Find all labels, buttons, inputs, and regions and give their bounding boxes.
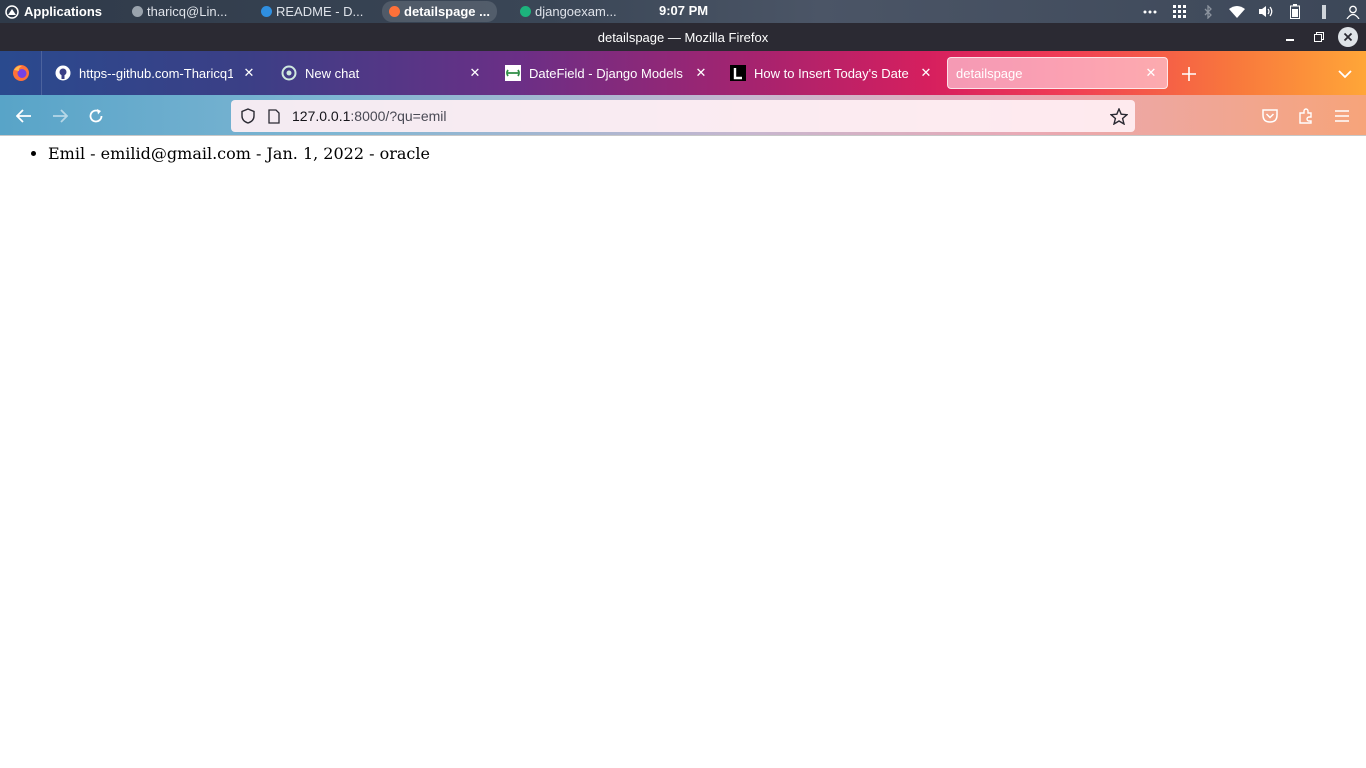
tab-label: https--github.com-Tharicq1 [79,65,233,81]
taskbar-item-firefox[interactable]: detailspage ... [382,1,497,22]
reload-icon [89,109,103,123]
battery-icon[interactable] [1286,4,1304,20]
app-grid-icon[interactable] [1170,4,1188,20]
panel-separator-icon [1315,4,1333,20]
url-text[interactable]: 127.0.0.1:8000/?qu=emil [292,108,447,124]
os-top-panel: Applications tharicq@Lin... README - D..… [0,0,1366,23]
tab-strip: https--github.com-Tharicq1 ✕ New chat ✕ … [0,51,1366,95]
taskbar-item-label: README - D... [276,4,364,19]
page-content: Emil - emilid@gmail.com - Jan. 1, 2022 -… [0,136,1366,768]
firefox-view-button[interactable] [0,51,42,95]
more-icon[interactable] [1141,4,1159,20]
vscode-icon [261,6,272,17]
puzzle-icon [1299,108,1312,124]
volume-icon[interactable] [1257,4,1275,20]
applications-menu[interactable]: Applications [0,4,125,19]
window-title: detailspage — Mozilla Firefox [597,29,769,45]
arrow-left-icon [16,109,31,123]
tab-label: New chat [305,65,360,81]
letter-l-icon [730,65,746,81]
reload-button[interactable] [83,103,109,129]
wifi-icon[interactable] [1228,4,1246,20]
taskbar-item-terminal[interactable]: tharicq@Lin... [125,1,234,22]
firefox-icon [389,6,400,17]
user-icon[interactable] [1344,4,1362,20]
app-menu-button[interactable] [1329,103,1355,129]
bookmark-star-icon[interactable] [1110,107,1128,125]
pocket-button[interactable] [1257,103,1283,129]
back-button[interactable] [11,103,37,129]
tab-detailspage[interactable]: detailspage ✕ [947,57,1168,89]
close-window-button[interactable] [1338,27,1358,47]
tab-github[interactable]: https--github.com-Tharicq1 ✕ [47,57,265,89]
taskbar-item-label: detailspage ... [404,4,490,19]
tab-datefield[interactable]: DateField - Django Models - ✕ [497,57,717,89]
tab-insert-date[interactable]: How to Insert Today's Date i ✕ [722,57,942,89]
geeksforgeeks-icon [505,65,521,81]
url-host: 127.0.0.1 [292,108,351,124]
tab-new-chat[interactable]: New chat ✕ [273,57,491,89]
list-item: Emil - emilid@gmail.com - Jan. 1, 2022 -… [48,144,1366,163]
pocket-icon [1262,109,1278,123]
maximize-button[interactable] [1309,27,1329,47]
close-tab-icon[interactable]: ✕ [1143,65,1159,81]
close-tab-icon[interactable]: ✕ [693,65,709,81]
extensions-button[interactable] [1293,103,1319,129]
window-controls [1280,27,1358,47]
shield-icon[interactable] [239,107,257,125]
pycharm-icon [520,6,531,17]
close-tab-icon[interactable]: ✕ [918,65,934,81]
minimize-button[interactable] [1280,27,1300,47]
taskbar-item-vscode[interactable]: README - D... [254,1,370,22]
forward-button[interactable] [47,103,73,129]
chatgpt-icon [281,65,297,81]
results-list: Emil - emilid@gmail.com - Jan. 1, 2022 -… [48,144,1366,163]
url-bar[interactable]: 127.0.0.1:8000/?qu=emil [231,100,1135,132]
taskbar-item-label: tharicq@Lin... [147,4,228,19]
taskbar-item-label: djangoexam... [535,4,617,19]
clock[interactable]: 9:07 PM [659,3,708,18]
tab-label: DateField - Django Models - [529,65,685,81]
taskbar-item-pycharm[interactable]: djangoexam... [513,1,624,22]
list-all-tabs-button[interactable] [1334,63,1356,85]
firefox-icon [12,65,29,81]
hamburger-menu-icon [1335,110,1349,122]
url-path: :8000/?qu=emil [350,108,447,124]
navigation-toolbar: 127.0.0.1:8000/?qu=emil [0,95,1366,136]
system-tray [1141,0,1362,23]
chevron-down-icon [1338,69,1352,78]
page-info-icon[interactable] [265,107,283,125]
terminal-icon [132,6,143,17]
minimize-icon [1286,39,1294,41]
window-titlebar[interactable]: detailspage — Mozilla Firefox [0,23,1366,51]
close-tab-icon[interactable]: ✕ [467,65,483,81]
close-icon [1343,32,1353,42]
restore-icon [1314,32,1324,42]
arrow-right-icon [53,109,68,123]
new-tab-button[interactable] [1178,63,1200,85]
close-tab-icon[interactable]: ✕ [241,65,257,81]
applications-icon [5,4,19,19]
applications-label: Applications [24,4,103,19]
tab-label: How to Insert Today's Date i [754,65,910,81]
github-icon [55,65,71,81]
plus-icon [1182,67,1196,81]
bluetooth-icon[interactable] [1199,4,1217,20]
tab-label: detailspage [956,65,1023,81]
